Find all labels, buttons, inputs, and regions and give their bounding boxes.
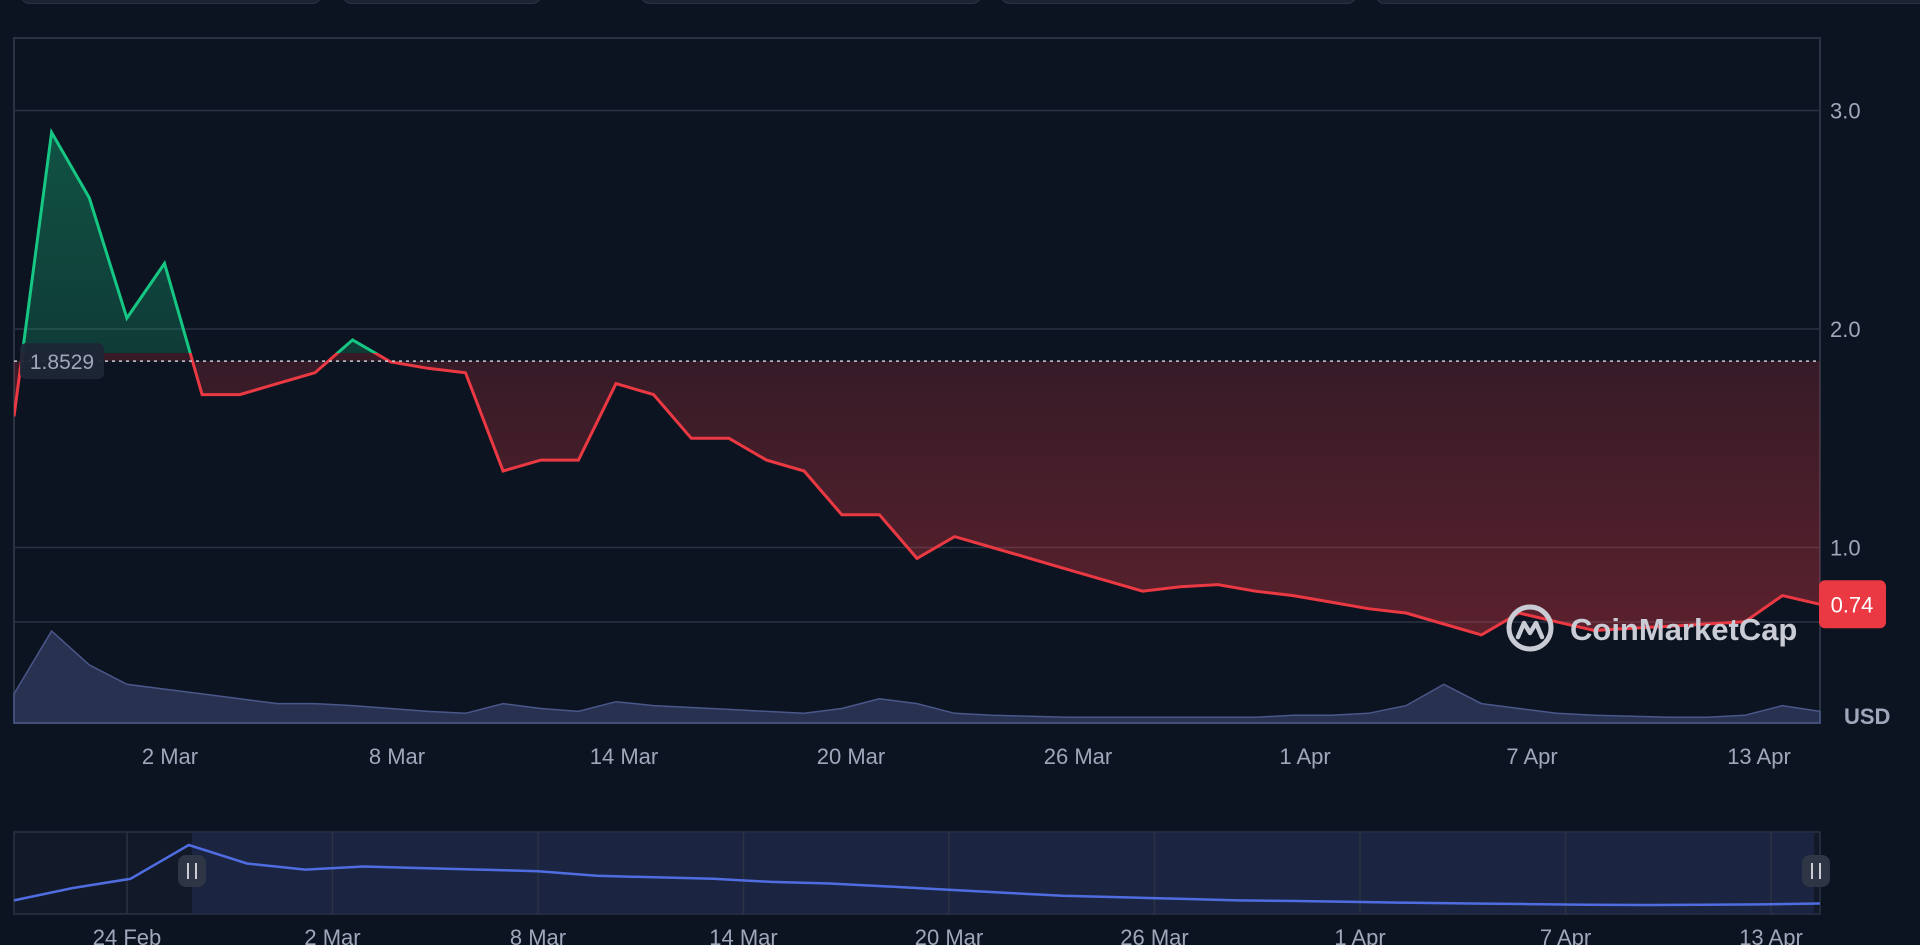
x-tick-label: 26 Mar	[1044, 744, 1112, 769]
y-tick-label: 2.0	[1830, 317, 1861, 342]
x-tick-label: 7 Apr	[1506, 744, 1557, 769]
navigator-left-handle[interactable]	[178, 855, 206, 887]
navigator-tick-label: 8 Mar	[510, 925, 566, 945]
x-tick-label: 14 Mar	[590, 744, 658, 769]
navigator-tick-label: 20 Mar	[915, 925, 983, 945]
navigator-tick-label: 14 Mar	[709, 925, 777, 945]
x-tick-label: 2 Mar	[142, 744, 198, 769]
y-tick-label: 1.0	[1830, 536, 1861, 561]
navigator-selection[interactable]	[192, 832, 1814, 914]
y-axis: 3.0 2.0 1.0	[1830, 99, 1861, 561]
navigator-tick-label: 26 Mar	[1120, 925, 1188, 945]
navigator-tick-label: 7 Apr	[1540, 925, 1591, 945]
x-tick-label: 13 Apr	[1727, 744, 1791, 769]
svg-text:CoinMarketCap: CoinMarketCap	[1570, 612, 1797, 647]
x-axis: 2 Mar 8 Mar 14 Mar 20 Mar 26 Mar 1 Apr 7 Apr 13…	[142, 744, 1791, 769]
y-tick-label: 3.0	[1830, 99, 1861, 124]
baseline-value: 1.8529	[30, 351, 94, 374]
volume-area	[13, 629, 1821, 724]
navigator-right-handle[interactable]	[1802, 855, 1830, 887]
current-price-value: 0.74	[1831, 592, 1874, 617]
navigator-tick-label: 2 Mar	[304, 925, 360, 945]
x-tick-label: 8 Mar	[369, 744, 425, 769]
navigator-tick-label: 24 Feb	[93, 925, 162, 945]
navigator-x-axis: 24 Feb 2 Mar 8 Mar 14 Mar 20 Mar 26 Mar 1 Apr 7…	[93, 925, 1803, 945]
currency-label: USD	[1844, 704, 1890, 729]
navigator-tick-label: 13 Apr	[1739, 925, 1803, 945]
price-chart: 3.02.01.0 1.8529 0.74 CoinMarketCap USD …	[13, 37, 1890, 945]
x-tick-label: 20 Mar	[817, 744, 885, 769]
x-tick-label: 1 Apr	[1279, 744, 1330, 769]
navigator-tick-label: 1 Apr	[1334, 925, 1385, 945]
